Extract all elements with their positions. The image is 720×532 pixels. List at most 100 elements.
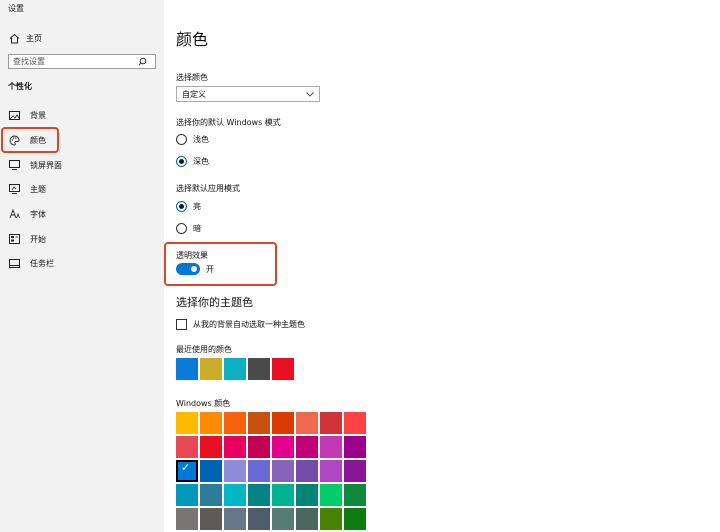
auto-accent-checkbox-row[interactable]: 从我的背景自动选取一种主题色	[176, 319, 305, 330]
windows-color-swatch[interactable]	[344, 412, 366, 434]
windows-color-swatch[interactable]	[344, 460, 366, 482]
windows-color-swatch[interactable]	[224, 508, 246, 530]
windows-color-swatch[interactable]	[224, 436, 246, 458]
sidebar-item-label: 字体	[30, 209, 46, 219]
sidebar-item-lock-screen[interactable]: 锁屏界面	[0, 157, 164, 173]
windows-color-swatch[interactable]	[200, 460, 222, 482]
sidebar-item-start[interactable]: 开始	[0, 231, 164, 247]
windows-color-swatch[interactable]	[200, 484, 222, 506]
home-icon	[8, 32, 20, 44]
toggle-knob	[191, 266, 197, 272]
windows-color-swatch[interactable]	[320, 412, 342, 434]
windows-color-swatch[interactable]	[272, 412, 294, 434]
recent-color-swatch[interactable]	[176, 358, 198, 380]
radio-circle	[176, 155, 187, 167]
sidebar-item-label: 任务栏	[30, 258, 54, 268]
main-content: 颜色 选择颜色 自定义 选择你的默认 Windows 模式 浅色 深色 选择默认…	[164, 0, 720, 532]
windows-color-swatch[interactable]	[344, 436, 366, 458]
home-label: 主页	[26, 33, 42, 43]
radio-app-light[interactable]: 亮	[176, 199, 201, 213]
windows-color-swatch[interactable]	[248, 436, 270, 458]
choose-color-dropdown[interactable]: 自定义	[176, 86, 320, 102]
checkbox-label: 从我的背景自动选取一种主题色	[193, 320, 305, 329]
windows-color-swatch[interactable]	[272, 484, 294, 506]
font-icon	[8, 208, 20, 220]
windows-color-swatch[interactable]	[176, 508, 198, 530]
toggle-state-label: 开	[206, 264, 214, 274]
radio-label: 深色	[193, 156, 209, 166]
windows-color-swatch[interactable]	[224, 412, 246, 434]
app-mode-label: 选择默认应用模式	[176, 184, 240, 193]
radio-app-dark[interactable]: 暗	[176, 221, 201, 235]
selection-highlight-box	[1, 127, 59, 153]
windows-color-swatch[interactable]	[224, 460, 246, 482]
windows-color-swatch[interactable]	[248, 508, 270, 530]
recent-color-swatch[interactable]	[200, 358, 222, 380]
radio-label: 亮	[193, 201, 201, 211]
image-icon	[8, 109, 20, 121]
windows-color-swatch[interactable]	[320, 460, 342, 482]
recent-color-swatch[interactable]	[272, 358, 294, 380]
radio-circle	[176, 200, 187, 212]
sidebar-item-taskbar[interactable]: 任务栏	[0, 255, 164, 271]
windows-color-swatch[interactable]	[224, 484, 246, 506]
accent-title: 选择你的主题色	[176, 296, 253, 309]
window-title: 设置	[8, 4, 24, 13]
search-icon[interactable]	[135, 55, 149, 68]
windows-color-swatch[interactable]	[248, 412, 270, 434]
page-title: 颜色	[176, 30, 209, 49]
windows-color-swatch[interactable]	[344, 508, 366, 530]
theme-icon	[8, 183, 20, 195]
radio-label: 暗	[193, 223, 201, 233]
windows-color-swatch[interactable]	[296, 460, 318, 482]
sidebar: 设置 主页 个性化 背景 颜色 锁屏界面 主题	[0, 0, 164, 532]
windows-color-swatch[interactable]	[344, 484, 366, 506]
windows-color-swatch[interactable]	[320, 508, 342, 530]
sidebar-item-fonts[interactable]: 字体	[0, 206, 164, 222]
windows-color-swatch[interactable]	[272, 508, 294, 530]
start-icon	[8, 233, 20, 245]
recent-colors-label: 最近使用的颜色	[176, 345, 232, 354]
windows-color-swatch[interactable]	[320, 436, 342, 458]
recent-color-swatch[interactable]	[224, 358, 246, 380]
windows-color-swatch[interactable]	[272, 436, 294, 458]
windows-color-swatch[interactable]	[176, 412, 198, 434]
search-input[interactable]	[9, 55, 135, 68]
sidebar-item-label: 锁屏界面	[30, 160, 62, 170]
windows-color-swatch[interactable]	[248, 484, 270, 506]
recent-color-swatch[interactable]	[248, 358, 270, 380]
windows-colors-label: Windows 颜色	[176, 399, 231, 408]
windows-color-swatch[interactable]	[176, 484, 198, 506]
home-nav-item[interactable]: 主页	[8, 30, 158, 46]
checkbox[interactable]	[176, 319, 187, 330]
windows-color-swatch[interactable]	[272, 460, 294, 482]
windows-color-swatch[interactable]	[296, 508, 318, 530]
search-box	[8, 54, 156, 69]
radio-windows-dark[interactable]: 深色	[176, 154, 209, 168]
windows-color-swatch[interactable]	[200, 436, 222, 458]
windows-color-swatch[interactable]	[296, 436, 318, 458]
windows-color-swatch[interactable]	[296, 412, 318, 434]
windows-color-swatch[interactable]	[320, 484, 342, 506]
windows-color-swatch-selected[interactable]	[176, 460, 198, 482]
sidebar-item-background[interactable]: 背景	[0, 107, 164, 123]
windows-color-swatch[interactable]	[296, 484, 318, 506]
sidebar-item-label: 背景	[30, 110, 46, 120]
section-heading: 个性化	[8, 82, 32, 91]
sidebar-item-label: 主题	[30, 184, 46, 194]
windows-mode-label: 选择你的默认 Windows 模式	[176, 118, 281, 127]
windows-color-swatch[interactable]	[248, 460, 270, 482]
dropdown-value: 自定义	[182, 89, 206, 99]
transparency-toggle[interactable]	[176, 263, 200, 275]
chevron-down-icon	[306, 90, 314, 99]
radio-label: 浅色	[193, 134, 209, 144]
transparency-label: 透明效果	[176, 251, 208, 260]
choose-color-label: 选择颜色	[176, 73, 208, 82]
radio-windows-light[interactable]: 浅色	[176, 132, 209, 146]
windows-color-swatch[interactable]	[176, 436, 198, 458]
sidebar-item-themes[interactable]: 主题	[0, 181, 164, 197]
sidebar-item-label: 开始	[30, 234, 46, 244]
windows-color-swatch[interactable]	[200, 508, 222, 530]
radio-circle	[176, 133, 187, 145]
windows-color-swatch[interactable]	[200, 412, 222, 434]
